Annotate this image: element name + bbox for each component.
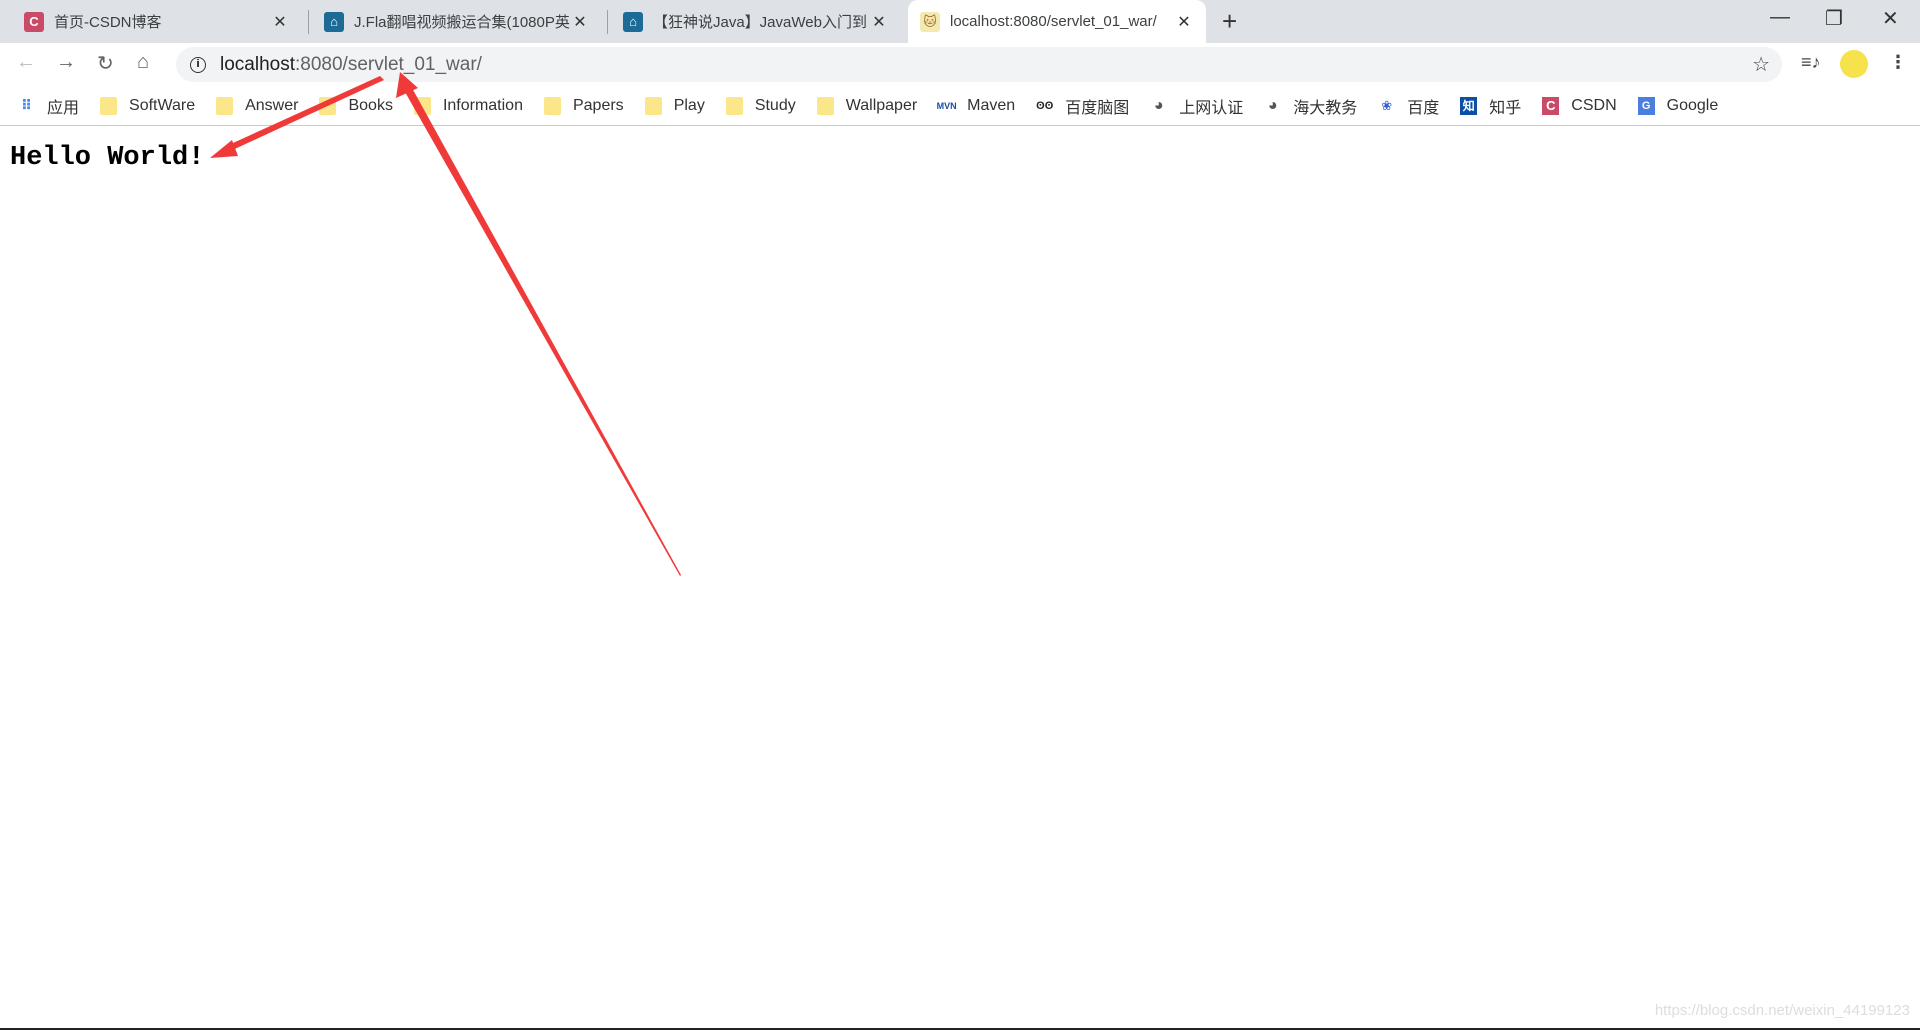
google-translate-icon: G [1637,96,1655,115]
folder-icon [319,96,337,115]
bookmark-baidu-naotu[interactable]: ʘʘ 百度脑图 [1036,94,1129,118]
bookmark-zhihu[interactable]: 知知乎 [1460,94,1521,118]
apps-icon: ⠿ [21,97,32,113]
tab-strip: C 首页-CSDN博客 ✕ ⌂ J.Fla翻唱视频搬运合集(1080P英 ✕ ⌂… [0,0,1920,43]
reload-button[interactable]: ↻ [97,51,114,76]
new-tab-button[interactable]: + [1222,6,1237,37]
restore-button[interactable]: ❐ [1825,6,1843,31]
globe-icon: ◕ [1153,96,1164,114]
bookmark-folder[interactable]: SoftWare [100,96,195,115]
folder-icon [543,96,561,115]
tab-bilibili-jfla[interactable]: ⌂ J.Fla翻唱视频搬运合集(1080P英 ✕ [312,0,602,43]
tab-title: 首页-CSDN博客 [54,14,162,31]
bookmark-folder[interactable]: Study [725,96,796,115]
url-text[interactable]: localhost:8080/servlet_01_war/ [220,54,482,76]
bookmarks-bar: ⠿ 应用 SoftWare Answer Books Information Pa… [0,86,1920,126]
bookmark-apps[interactable]: ⠿ 应用 [18,94,79,118]
hello-world-text: Hello World! [10,143,205,173]
bilibili-icon: ⌂ [324,11,344,32]
toolbar: ← → ↻ ⌂ i localhost:8080/servlet_01_war/… [0,43,1920,86]
tab-bilibili-javaweb[interactable]: ⌂ 【狂神说Java】JavaWeb入门到 ✕ [611,0,901,43]
folder-icon [644,96,662,115]
bookmark-jiaowu[interactable]: ◕ 海大教务 [1264,94,1357,118]
tab-title: 【狂神说Java】JavaWeb入门到 [653,14,867,31]
folder-icon [216,96,234,115]
folder-icon [725,96,743,115]
bookmark-folder[interactable]: Papers [543,96,624,115]
close-tab-icon[interactable]: ✕ [869,12,889,32]
page-content: Hello World! https://blog.csdn.net/weixi… [0,127,1920,1027]
bookmark-auth[interactable]: ◕ 上网认证 [1150,94,1243,118]
close-window-button[interactable]: ✕ [1882,6,1899,31]
bookmark-folder[interactable]: Play [644,96,705,115]
watermark: https://blog.csdn.net/weixin_44199123 [1654,1002,1910,1019]
folder-icon [413,96,431,115]
profile-avatar[interactable] [1840,50,1868,78]
tab-localhost[interactable]: 🐱 localhost:8080/servlet_01_war/ ✕ [908,0,1206,43]
tab-title: localhost:8080/servlet_01_war/ [950,13,1157,30]
owl-icon: ʘʘ [1036,99,1054,112]
bookmark-google[interactable]: G Google [1637,96,1718,115]
csdn-icon: C [1542,96,1560,115]
forward-button[interactable]: → [56,51,76,74]
back-button[interactable]: ← [16,51,36,74]
csdn-icon: C [24,11,44,32]
globe-icon: ◕ [1267,96,1278,114]
maven-icon: MVN [936,100,957,111]
close-tab-icon[interactable]: ✕ [270,12,290,32]
folder-icon [816,96,834,115]
minimize-button[interactable]: — [1770,6,1790,29]
close-tab-icon[interactable]: ✕ [570,12,590,32]
tab-csdn[interactable]: C 首页-CSDN博客 ✕ [12,0,302,43]
baidu-paw-icon: ❀ [1381,97,1393,113]
bookmark-folder[interactable]: Answer [216,96,298,115]
tomcat-icon: 🐱 [920,11,940,32]
bookmark-star-icon[interactable]: ☆ [1752,52,1770,77]
bookmark-folder[interactable]: Information [413,96,523,115]
bookmark-maven[interactable]: MVN Maven [936,97,1016,115]
folder-icon [100,96,118,115]
home-button[interactable]: ⌂ [137,51,149,74]
bookmark-folder[interactable]: Books [319,96,393,115]
bookmark-folder[interactable]: Wallpaper [816,96,917,115]
address-bar[interactable]: i localhost:8080/servlet_01_war/ ☆ [176,47,1782,82]
info-icon[interactable]: i [190,56,206,73]
media-control-icon[interactable]: ≡♪ [1801,52,1821,73]
close-tab-icon[interactable]: ✕ [1174,12,1194,32]
bookmark-csdn[interactable]: C CSDN [1542,96,1617,115]
tab-title: J.Fla翻唱视频搬运合集(1080P英 [354,14,570,31]
zhihu-icon: 知 [1460,96,1478,115]
menu-icon[interactable]: ⋮ [1889,52,1907,73]
bilibili-icon: ⌂ [623,11,643,32]
bookmark-baidu[interactable]: ❀ 百度 [1378,94,1439,118]
